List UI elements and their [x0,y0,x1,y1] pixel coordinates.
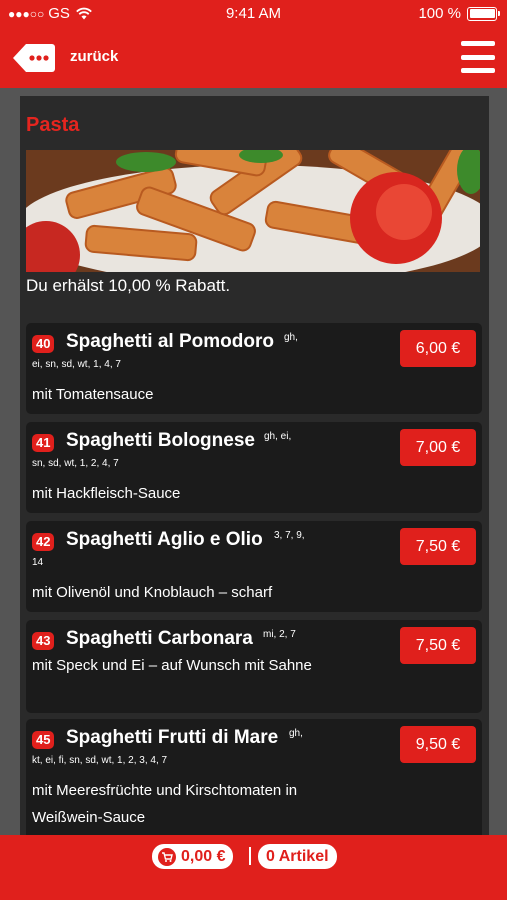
item-description: mit Speck und Ei – auf Wunsch mit Sahne [32,657,312,674]
item-allergens: 14 [32,557,44,568]
item-number-badge: 43 [32,632,55,650]
cart-total: 0,00 € [181,847,226,865]
divider [249,847,251,865]
item-allergens: sn, sd, wt, 1, 2, 4, 7 [32,458,119,469]
item-price-button[interactable]: 6,00 € [400,330,476,367]
item-price-button[interactable]: 7,50 € [400,528,476,565]
category-panel: Pasta Du erhälst 10,00 % Rabatt. 40 Spag… [20,96,489,841]
cart-icon [158,847,176,866]
battery-icon [467,6,500,21]
item-name: Spaghetti Aglio e Olio [66,529,263,550]
battery-percent: 100 % [418,5,461,22]
menu-line [461,68,495,73]
menu-item[interactable]: 40 Spaghetti al Pomodoro gh, ei, sn, sd,… [26,323,482,414]
cart-count: 0 Artikel [266,847,329,865]
item-allergens-inline: gh, [284,332,298,343]
item-allergens: kt, ei, fi, sn, sd, wt, 1, 2, 3, 4, 7 [32,755,168,766]
cart-total-button[interactable]: 0,00 € [152,844,234,869]
item-name: Spaghetti Bolognese [66,430,255,451]
item-price-button[interactable]: 9,50 € [400,726,476,763]
item-allergens-inline: mi, 2, 7 [263,629,296,640]
back-label[interactable]: zurück [70,48,118,65]
item-name: Spaghetti Frutti di Mare [66,727,279,748]
status-right: 100 % [418,5,500,22]
back-button[interactable] [12,43,56,73]
menu-item[interactable]: 42 Spaghetti Aglio e Olio 3, 7, 9, 14 mi… [26,521,482,612]
item-number-badge: 41 [32,434,55,452]
menu-item[interactable]: 41 Spaghetti Bolognese gh, ei, sn, sd, w… [26,422,482,513]
item-description: mit Meeresfrüchte und Kirschtomaten in W… [32,782,298,826]
item-description: mit Hackfleisch-Sauce [32,485,181,502]
item-price-button[interactable]: 7,00 € [400,429,476,466]
item-allergens-inline: gh, [289,728,303,739]
cart-bar: 0,00 € 0 Artikel [0,835,507,900]
item-description: mit Olivenöl und Knoblauch – scharf [32,584,273,601]
item-allergens: ei, sn, sd, wt, 1, 4, 7 [32,359,121,370]
item-name: Spaghetti Carbonara [66,628,253,649]
status-bar: ●●●○○ GS 9:41 AM 100 % [0,0,507,28]
category-title: Pasta [26,114,80,136]
item-price-button[interactable]: 7,50 € [400,627,476,664]
item-allergens-inline: gh, ei, [264,431,292,442]
nav-bar: zurück [0,28,507,88]
item-number-badge: 40 [32,335,55,353]
menu-line [461,54,495,60]
discount-text: Du erhälst 10,00 % Rabatt. [26,276,231,295]
item-number-badge: 45 [32,731,55,749]
item-description: mit Tomatensauce [32,386,154,403]
category-image [26,150,480,272]
menu-icon[interactable] [461,41,495,73]
item-name: Spaghetti al Pomodoro [66,331,274,352]
item-allergens-inline: 3, 7, 9, [274,530,305,541]
item-number-badge: 42 [32,533,55,551]
menu-item[interactable]: 43 Spaghetti Carbonara mi, 2, 7 mit Spec… [26,620,482,713]
menu-item[interactable]: 45 Spaghetti Frutti di Mare gh, kt, ei, … [26,719,482,841]
menu-line [461,41,495,46]
cart-count-button[interactable]: 0 Artikel [258,844,337,869]
